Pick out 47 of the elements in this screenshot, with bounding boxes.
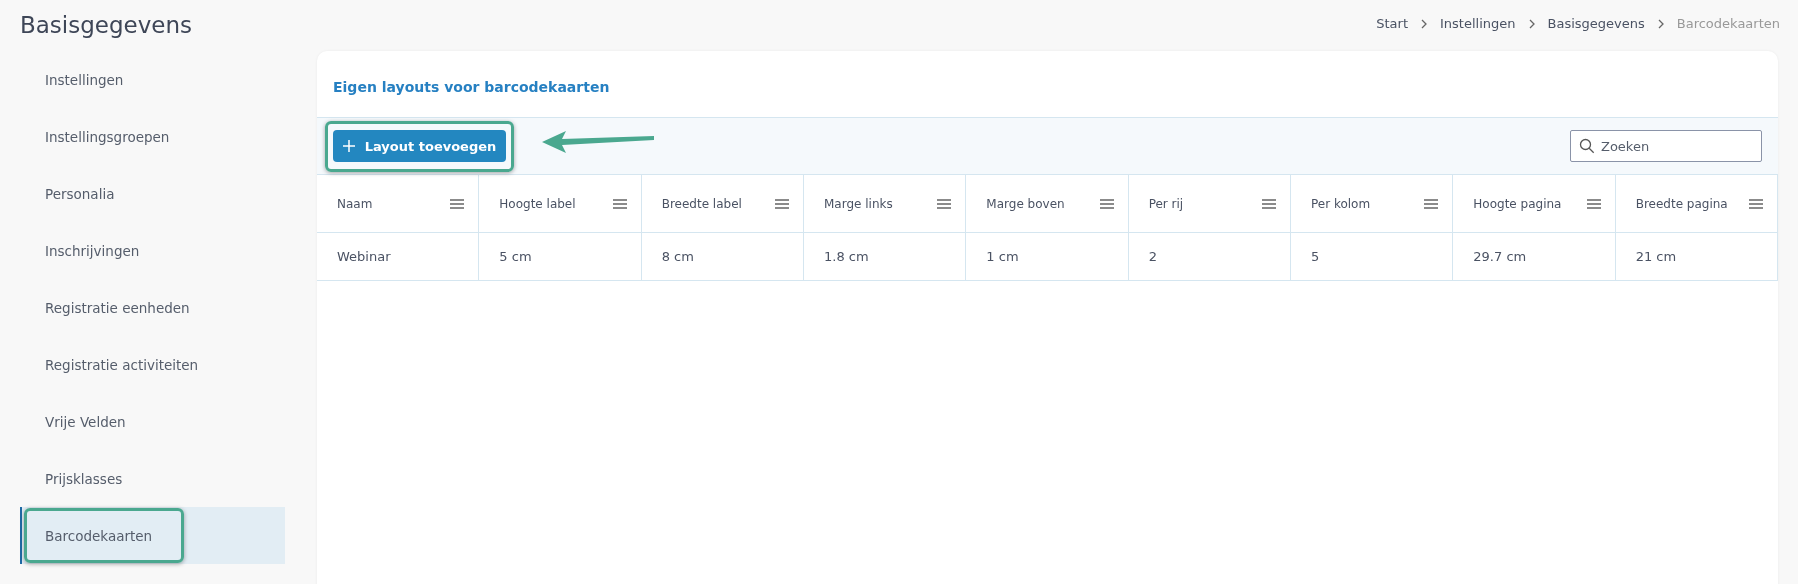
chevron-icon [1527,17,1536,30]
chevron-icon [1420,17,1428,30]
table-cell: 1 cm [966,233,1129,281]
card-title: Eigen layouts voor barcodekaarten [332,78,611,97]
column-header: Per kolom [1311,196,1371,211]
chevron-icon [1656,17,1665,30]
sidebar-item[interactable]: Registratie activiteiten [20,336,285,393]
column-header: Marge boven [986,196,1065,211]
sidebar-item[interactable]: Registratie eenheden [20,279,285,336]
table-cell: 1.8 cm [804,233,967,281]
menu-icon[interactable] [450,198,465,209]
table-cell: 29.7 cm [1453,233,1616,281]
sidebar-item[interactable]: Personalia [20,165,285,222]
column-header: Hoogte label [499,196,576,211]
column-header: Per rij [1148,196,1184,211]
menu-icon[interactable] [1099,198,1114,209]
search-field[interactable]: Zoeken [1570,130,1762,162]
menu-icon[interactable] [1424,198,1439,209]
table-cell: 21 cm [1615,233,1778,281]
column-header: Breedte pagina [1635,196,1728,211]
page-title: Basisgegevens [20,11,193,38]
table-cell: Webinar [317,233,480,281]
table-cell: 8 cm [641,233,804,281]
breadcrumb-link[interactable]: Instellingen [1440,16,1516,31]
sidebar-item[interactable]: Instellingsgroepen [20,108,285,165]
sidebar-item[interactable]: Instellingen [20,51,285,108]
menu-icon[interactable] [937,198,952,209]
table-cell: 5 [1291,233,1454,281]
sidebar-item[interactable]: Vrije Velden [20,393,285,450]
sidebar-item[interactable]: Barcodekaarten [20,507,285,564]
menu-icon[interactable] [1586,198,1601,209]
column-header: Hoogte pagina [1473,196,1562,211]
menu-icon[interactable] [1749,198,1763,209]
column-header: Breedte label [661,196,742,211]
column-header: Naam [337,196,373,211]
menu-icon[interactable] [775,198,789,209]
breadcrumb-link[interactable]: Start [1376,16,1408,31]
menu-icon[interactable] [1262,198,1276,209]
breadcrumb-link[interactable]: Basisgegevens [1547,16,1645,31]
table-cell: 5 cm [479,233,642,281]
menu-icon[interactable] [612,198,627,209]
table-cell: 2 [1128,233,1291,281]
add-layout-button[interactable]: Layout toevoegen [333,130,506,162]
plus-icon [342,140,355,152]
sidebar-item[interactable]: Prijsklasses [20,450,285,507]
sidebar-item[interactable]: Inschrijvingen [20,222,285,279]
column-header: Marge links [824,196,893,211]
